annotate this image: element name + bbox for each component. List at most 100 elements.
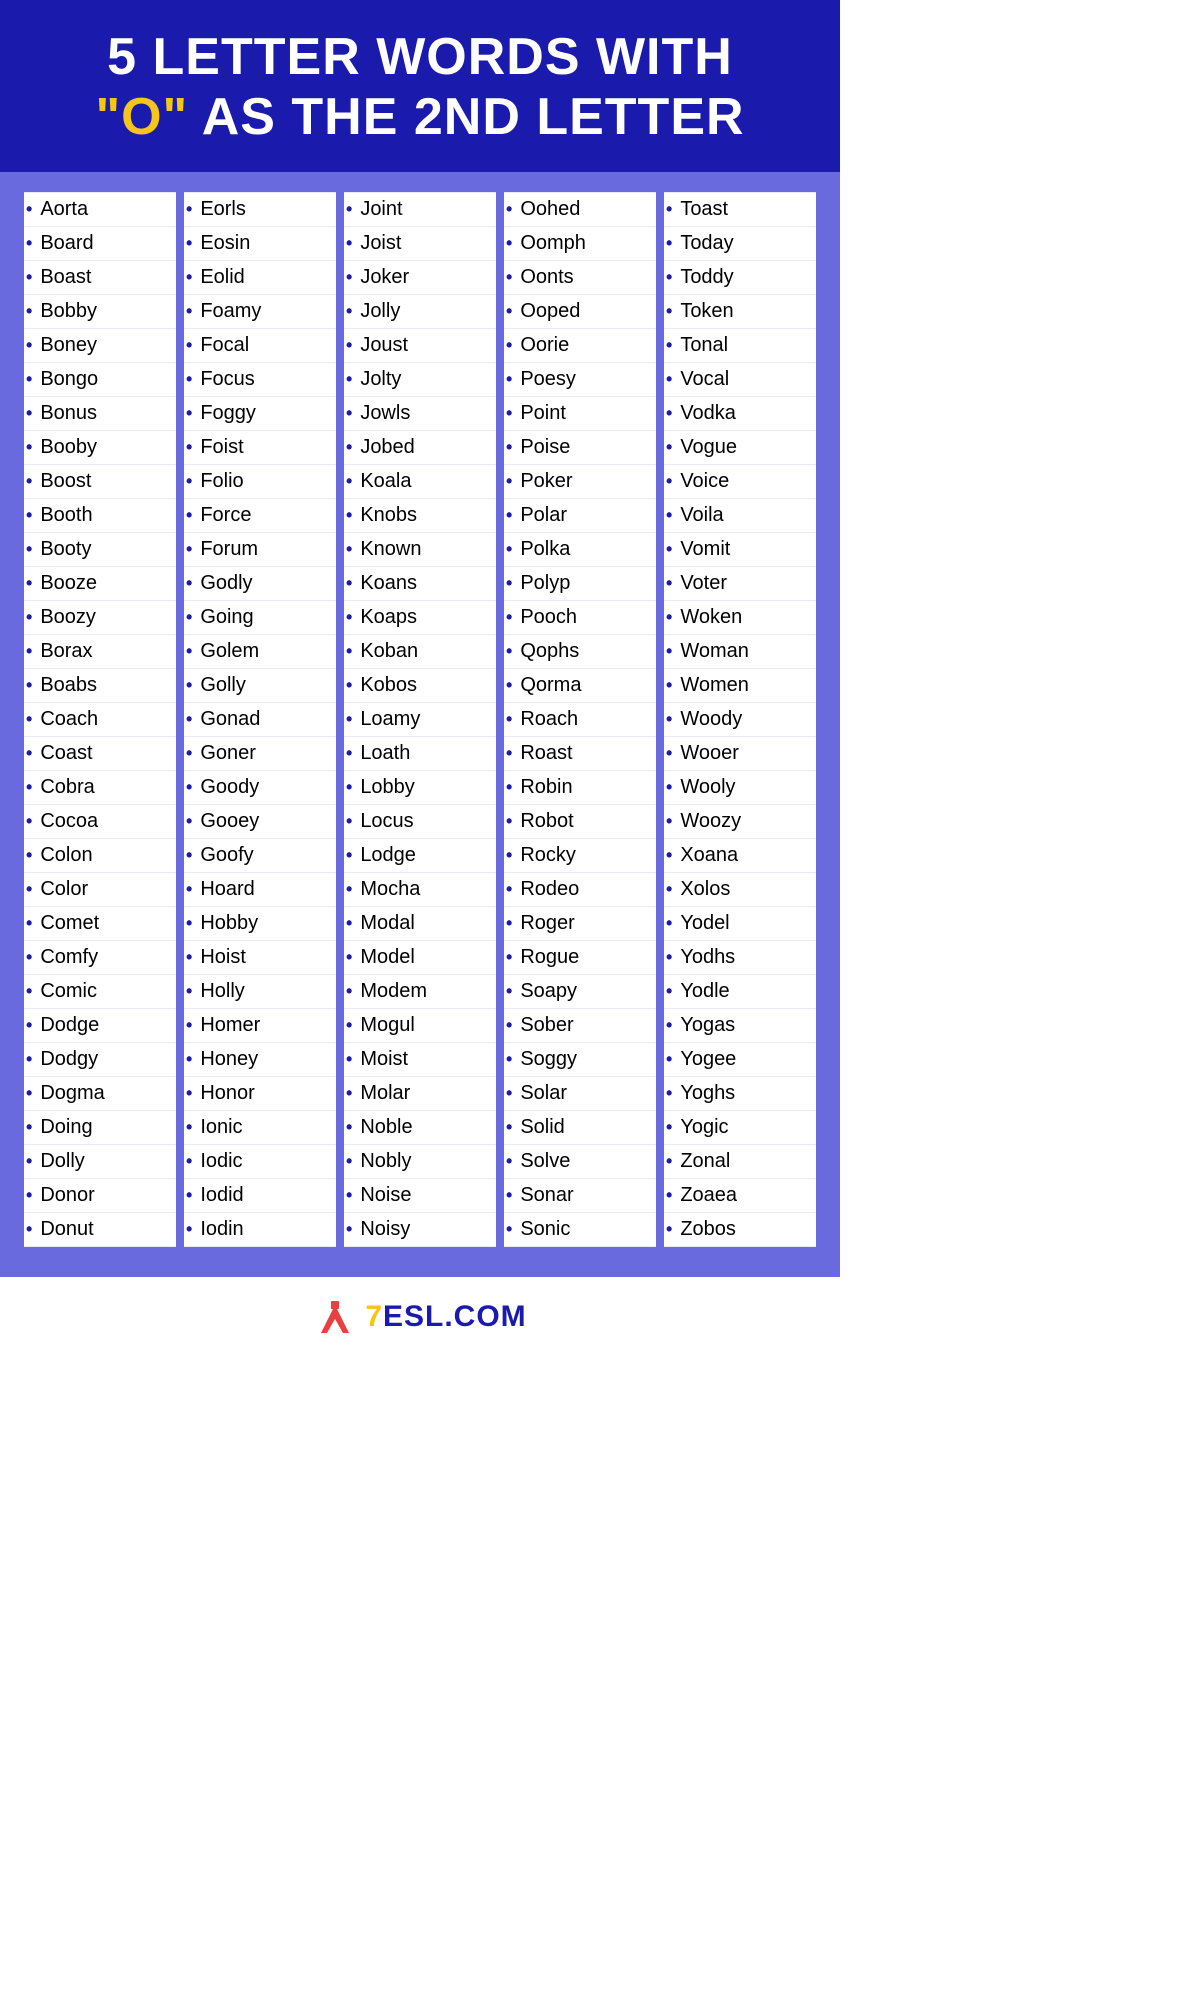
word-item: •Yogic [664,1111,816,1145]
word-item: •Donut [24,1213,176,1247]
word-text: Golem [200,640,259,663]
word-text: Solid [520,1116,564,1139]
word-item: •Eorls [184,192,336,227]
word-item: • Sonic [504,1213,656,1247]
bullet-icon: • [666,607,672,628]
word-item: •Comic [24,975,176,1009]
bullet-icon: • [346,539,352,560]
word-text: Oomph [520,232,586,255]
word-item: •Joint [344,192,496,227]
word-text: Yodle [680,980,729,1003]
word-item: •Boabs [24,669,176,703]
word-item: •Poesy [504,363,656,397]
bullet-icon: • [506,403,512,424]
word-text: Woken [680,606,742,629]
word-text: Boost [40,470,91,493]
word-text: Hobby [200,912,258,935]
word-item: •Pooch [504,601,656,635]
word-item: •Zonal [664,1145,816,1179]
bullet-icon: • [666,199,672,220]
word-item: •Dodge [24,1009,176,1043]
bullet-icon: • [186,981,192,1002]
bullet-icon: • [346,403,352,424]
word-item: •Coach [24,703,176,737]
word-text: Going [200,606,253,629]
word-item: •Solve [504,1145,656,1179]
bullet-icon: • [666,913,672,934]
word-item: •Joist [344,227,496,261]
bullet-icon: • [186,675,192,696]
bullet-icon: • [186,845,192,866]
logo-icon [313,1295,357,1339]
word-item: •Iodid [184,1179,336,1213]
bullet-icon: • [346,1083,352,1104]
word-item: •Going [184,601,336,635]
word-text: Soggy [520,1048,577,1071]
word-text: Honey [200,1048,258,1071]
word-text: Rogue [520,946,579,969]
word-item: •Boast [24,261,176,295]
word-column-3: •Joint•Joist•Joker•Jolly•Joust•Jolty•Jow… [340,192,500,1247]
word-text: Joust [360,334,408,357]
word-item: •Rocky [504,839,656,873]
word-item: •Bobby [24,295,176,329]
bullet-icon: • [506,675,512,696]
word-item: • Booby [24,431,176,465]
bullet-icon: • [666,845,672,866]
bullet-icon: • [186,879,192,900]
word-item: •Roach [504,703,656,737]
word-item: •Nobly [344,1145,496,1179]
word-item: •Iodic [184,1145,336,1179]
word-text: Booby [40,436,97,459]
page-title: 5 LETTER WORDS WITH "O" AS THE 2ND LETTE… [30,28,810,148]
bullet-icon: • [666,403,672,424]
word-item: •Dogma [24,1077,176,1111]
bullet-icon: • [26,1151,32,1172]
bullet-icon: • [26,437,32,458]
word-item: •Soapy [504,975,656,1009]
word-text: Sonic [520,1218,570,1241]
bullet-icon: • [346,335,352,356]
word-item: •Colon [24,839,176,873]
word-text: Comic [40,980,97,1003]
bullet-icon: • [26,471,32,492]
word-text: Boabs [40,674,97,697]
word-text: Borax [40,640,92,663]
word-item: •Mogul [344,1009,496,1043]
word-text: Yoghs [680,1082,735,1105]
bullet-icon: • [346,947,352,968]
bullet-icon: • [346,845,352,866]
word-text: Cocoa [40,810,98,833]
bullet-icon: • [26,335,32,356]
word-text: Point [520,402,566,425]
word-item: •Noble [344,1111,496,1145]
word-item: •Jowls [344,397,496,431]
bullet-icon: • [666,879,672,900]
bullet-icon: • [26,573,32,594]
word-text: Toast [680,198,728,221]
bullet-icon: • [346,1219,352,1240]
word-text: Polyp [520,572,570,595]
word-text: Soapy [520,980,577,1003]
word-text: Noble [360,1116,412,1139]
footer-accent: 7 [365,1300,383,1333]
word-item: •Eolid [184,261,336,295]
bullet-icon: • [346,913,352,934]
word-item: •Woozy [664,805,816,839]
bullet-icon: • [666,335,672,356]
bullet-icon: • [346,1015,352,1036]
bullet-icon: • [26,845,32,866]
word-text: Polar [520,504,567,527]
word-text: Boney [40,334,97,357]
bullet-icon: • [506,811,512,832]
word-item: •Dolly [24,1145,176,1179]
word-text: Qorma [520,674,581,697]
bullet-icon: • [186,1151,192,1172]
bullet-icon: • [186,335,192,356]
word-item: •Golly [184,669,336,703]
word-item: •Booze [24,567,176,601]
bullet-icon: • [186,777,192,798]
word-item: •Woody [664,703,816,737]
word-text: Vomit [680,538,730,561]
bullet-icon: • [506,1219,512,1240]
